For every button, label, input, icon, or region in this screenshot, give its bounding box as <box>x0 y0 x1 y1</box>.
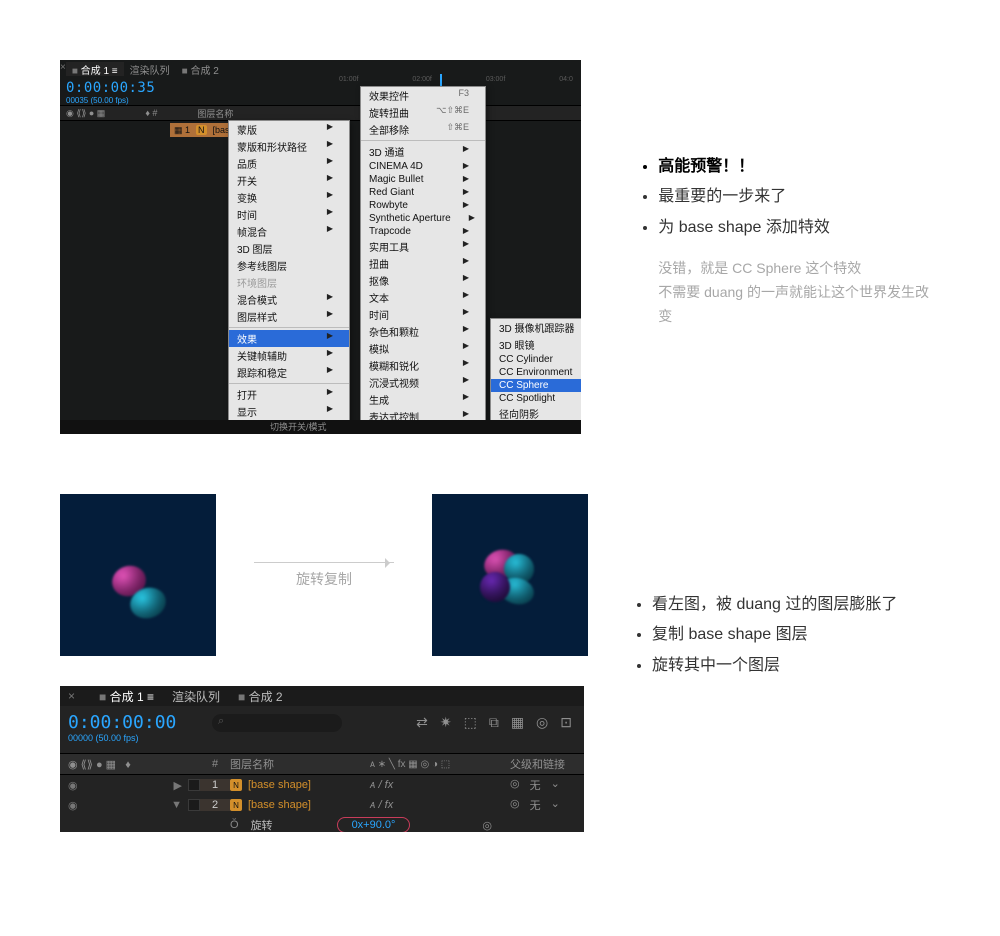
ae1-tab-1[interactable]: 渲染队列 <box>124 62 176 76</box>
section-2: 旋转复制 × ■ 合成 1 ≡ 渲染队列 ■ 合成 2 0:00:00:00 0… <box>60 494 940 832</box>
menu-item[interactable]: 实用工具 <box>361 238 485 255</box>
note: 复制 base shape 图层 <box>652 620 897 650</box>
ae2-fps: 00000 (50.00 fps) <box>60 733 584 743</box>
icon[interactable]: ✷ <box>440 714 452 731</box>
menu-item[interactable]: 杂色和颗粒 <box>361 323 485 340</box>
ae2-tab-1[interactable]: 渲染队列 <box>172 688 220 705</box>
menu-item[interactable]: 显示 <box>229 403 349 420</box>
menu-item[interactable]: 品质 <box>229 155 349 172</box>
menu-item[interactable]: Rowbyte <box>361 199 485 212</box>
icon[interactable]: ⬚ <box>464 714 477 731</box>
menu-item[interactable]: 全部移除⇧⌘E <box>361 121 485 138</box>
menu-item[interactable]: 参考线图层 <box>229 257 349 274</box>
menu-item[interactable]: 3D 眼镜 <box>491 336 581 353</box>
icon[interactable]: ⧉ <box>489 714 499 731</box>
note: 看左图，被 duang 过的图层膨胀了 <box>652 590 897 620</box>
preview-before <box>60 494 216 656</box>
notes1-list: 高能预警！！ 最重要的一步来了 为 base shape 添加特效 <box>640 152 940 243</box>
menu-item[interactable]: 变换 <box>229 189 349 206</box>
menu-item[interactable]: 生成 <box>361 391 485 408</box>
arrow-wrap: 旋转复制 <box>216 562 432 589</box>
note: 最重要的一步来了 <box>658 182 940 212</box>
ae1-columns: ◉ ⟪⟫ ● ▦♦ #图层名称 <box>60 105 581 121</box>
ae2-toolbar-icons: ⇄ ✷ ⬚ ⧉ ▦ ◎ ⊡ <box>416 714 572 731</box>
menu-item[interactable]: 环境图层 <box>229 274 349 291</box>
ae1-tabs: × ■ 合成 1 ≡ 渲染队列 ■ 合成 2 <box>60 60 581 76</box>
menu-item[interactable]: CC Sphere <box>491 379 581 392</box>
ae2-search-input[interactable]: ⌕ <box>212 714 342 732</box>
menu-item[interactable]: 3D 通道 <box>361 143 485 160</box>
notes-1: 高能预警！！ 最重要的一步来了 为 base shape 添加特效 没错，就是 … <box>640 152 940 329</box>
rotation-value[interactable]: 0x+90.0° <box>337 817 411 832</box>
preview-after <box>432 494 588 656</box>
menu-item[interactable]: CC Environment <box>491 366 581 379</box>
ae1-tab-2[interactable]: ■ 合成 2 <box>176 62 225 76</box>
ae2-tab-0[interactable]: ■ 合成 1 ≡ <box>99 688 154 705</box>
ae1-tab-0[interactable]: ■ 合成 1 ≡ <box>66 62 124 76</box>
menu-item[interactable]: 蒙版 <box>229 121 349 138</box>
menu-item[interactable]: Magic Bullet <box>361 173 485 186</box>
menu-item[interactable]: Red Giant <box>361 186 485 199</box>
menu-item[interactable]: 开关 <box>229 172 349 189</box>
menu-item[interactable]: 帧混合 <box>229 223 349 240</box>
menu-item[interactable]: CC Cylinder <box>491 353 581 366</box>
menu-item[interactable]: 跟踪和稳定 <box>229 364 349 381</box>
ae1-footer: 切换开关/模式 <box>60 420 581 434</box>
menu-item[interactable]: 模糊和锐化 <box>361 357 485 374</box>
icon[interactable]: ⊡ <box>560 714 572 731</box>
ae2-tabs: × ■ 合成 1 ≡ 渲染队列 ■ 合成 2 <box>60 686 584 706</box>
menu-item[interactable]: Synthetic Aperture <box>361 212 485 225</box>
menu-item[interactable]: 时间 <box>361 306 485 323</box>
menu-item[interactable]: 打开 <box>229 386 349 403</box>
menu-item[interactable]: 模拟 <box>361 340 485 357</box>
menu-item[interactable]: 抠像 <box>361 272 485 289</box>
menu-item[interactable]: 时间 <box>229 206 349 223</box>
menu-item[interactable]: 3D 图层 <box>229 240 349 257</box>
notes-2: 看左图，被 duang 过的图层膨胀了 复制 base shape 图层 旋转其… <box>634 590 897 681</box>
icon[interactable]: ◎ <box>536 714 548 731</box>
menu-item[interactable]: 文本 <box>361 289 485 306</box>
menu-item[interactable]: 蒙版和形状路径 <box>229 138 349 155</box>
notes2-list: 看左图，被 duang 过的图层膨胀了 复制 base shape 图层 旋转其… <box>634 590 897 681</box>
blob-d <box>480 572 510 602</box>
layer-row-1[interactable]: ◉▶ 1 N[base shape] ᴀ / fx ◎无⌄ <box>60 775 584 795</box>
menu-item[interactable]: 图层样式 <box>229 308 349 325</box>
section-1: × ■ 合成 1 ≡ 渲染队列 ■ 合成 2 0:00:00:35 00035 … <box>60 60 940 434</box>
preview-column: 旋转复制 × ■ 合成 1 ≡ 渲染队列 ■ 合成 2 0:00:00:00 0… <box>60 494 588 832</box>
ae2-tab-2[interactable]: ■ 合成 2 <box>238 688 283 705</box>
menu-item[interactable]: 旋转扭曲⌥⇧⌘E <box>361 104 485 121</box>
arrow-label: 旋转复制 <box>296 569 352 589</box>
ae-screenshot-effect-menu: × ■ 合成 1 ≡ 渲染队列 ■ 合成 2 0:00:00:35 00035 … <box>60 60 581 434</box>
context-menu-effect-category: 效果控件F3旋转扭曲⌥⇧⌘E全部移除⇧⌘E 3D 通道CINEMA 4DMagic… <box>360 86 486 434</box>
menu-item[interactable]: 效果 <box>229 330 349 347</box>
menu-item[interactable]: Trapcode <box>361 225 485 238</box>
icon[interactable]: ⇄ <box>416 714 428 731</box>
note: 高能预警！！ <box>658 152 940 182</box>
ae-screenshot-layers: × ■ 合成 1 ≡ 渲染队列 ■ 合成 2 0:00:00:00 00000 … <box>60 686 584 832</box>
ae1-fps: 00035 (50.00 fps) <box>60 96 581 105</box>
menu-item[interactable]: 关键帧辅助 <box>229 347 349 364</box>
ae2-header: ◉ ⟪⟫ ● ▦ ♦ # 图层名称 ᴀ ∗ ╲ fx ▦ ◎ ◑ ⬚ 父级和链接 <box>60 753 584 775</box>
menu-item[interactable]: 混合模式 <box>229 291 349 308</box>
menu-item[interactable]: 3D 摄像机跟踪器 <box>491 319 581 336</box>
arrow-icon <box>254 562 394 563</box>
context-menu-perspective: 3D 摄像机跟踪器3D 眼镜CC CylinderCC EnvironmentC… <box>490 318 581 434</box>
note: 为 base shape 添加特效 <box>658 213 940 243</box>
menu-item[interactable]: 效果控件F3 <box>361 87 485 104</box>
menu-item[interactable]: CINEMA 4D <box>361 160 485 173</box>
note: 旋转其中一个图层 <box>652 651 897 681</box>
menu-item[interactable]: CC Spotlight <box>491 392 581 405</box>
menu-item[interactable]: 扭曲 <box>361 255 485 272</box>
rotation-row: Ŏ 旋转 0x+90.0° ◎ <box>60 815 584 832</box>
menu-item[interactable]: 沉浸式视频 <box>361 374 485 391</box>
rotation-label: 旋转 <box>251 817 273 832</box>
layer-row-2[interactable]: ◉▼ 2 N[base shape] ᴀ / fx ◎无⌄ <box>60 795 584 815</box>
context-menu-layer: 蒙版蒙版和形状路径品质开关变换时间帧混合3D 图层参考线图层环境图层混合模式图层… <box>228 120 350 434</box>
icon[interactable]: ▦ <box>511 714 524 731</box>
notes1-sub: 没错，就是 CC Sphere 这个特效 不需要 duang 的一声就能让这个世… <box>640 257 940 328</box>
